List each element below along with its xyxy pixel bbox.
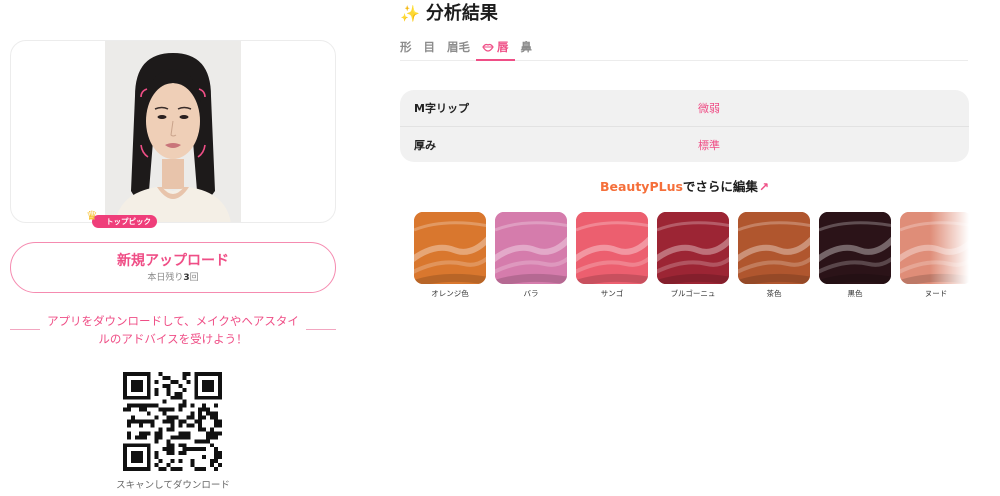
upload-remaining-text: 本日残り3回 [147,272,199,283]
swatch-name: オレンジ色 [431,289,469,298]
photo-card [10,40,336,223]
swatch-name: ブルゴーニュ [670,289,716,298]
sparkle-icon: ✨ [400,4,420,23]
promo-divider-left [10,329,40,330]
lip-metrics-panel: M字リップ 微弱 厚み 標準 [400,90,969,162]
swatch-item[interactable]: オレンジ色 [414,212,486,299]
swatch-color-tile [657,212,729,284]
swatch-color-tile [495,212,567,284]
swatch-item[interactable]: ブルゴーニュ [657,212,729,299]
swatch-name: 黒色 [847,289,863,298]
download-qr-code[interactable] [123,372,222,471]
swatch-color-tile [576,212,648,284]
promo-text: アプリをダウンロードして、メイクやヘアスタイルのアドバイスを受けよう！ [47,314,299,346]
page-title: ✨ 分析結果 [400,2,498,26]
metric-label: M字リップ [414,102,469,115]
swatch-item[interactable]: サンゴ [576,212,648,299]
swatch-color-tile [738,212,810,284]
swatch-item[interactable]: バラ [495,212,567,299]
arrow-up-right-icon: ↗ [758,180,769,194]
app-promo: アプリをダウンロードして、メイクやヘアスタイルのアドバイスを受けよう！ [10,312,336,348]
metric-row: M字リップ 微弱 [400,90,969,126]
swatch-name: 茶色 [766,289,782,298]
new-upload-label: 新規アップロード [117,252,229,269]
swatch-name: バラ [523,289,539,298]
metric-value: 標準 [698,138,720,152]
top-pick-badge: ♛ トップピック [86,210,157,228]
metric-row: 厚み 標準 [400,126,969,162]
tab-shape[interactable]: 形 [400,36,418,61]
swatch-name: サンゴ [600,289,624,298]
crown-icon: ♛ [86,209,98,224]
tab-eyes[interactable]: 目 [418,36,442,61]
qr-caption: スキャンしてダウンロード [116,480,230,491]
swatch-name: ヌード [924,289,948,298]
metric-value: 微弱 [698,102,720,115]
lip-icon [482,43,494,52]
swatch-color-tile [819,212,891,284]
edit-link-label: でさらに編集 [682,179,758,194]
swatch-scroll-fade [930,212,969,287]
tab-eyebrows[interactable]: 眉毛 [441,36,476,61]
new-upload-button[interactable]: 新規アップロード 本日残り3回 [10,242,336,293]
tab-lips[interactable]: 唇 [476,36,515,61]
promo-divider-right [306,329,336,330]
feature-tabs: 形 目 眉毛 唇 鼻 [400,36,968,61]
swatch-item[interactable]: 茶色 [738,212,810,299]
metric-label: 厚み [414,138,436,152]
swatch-color-tile [414,212,486,284]
beautyplus-edit-link[interactable]: BeautyPLusでさらに編集↗ [400,178,969,196]
lip-color-swatches: オレンジ色 バラ サンゴ ブルゴーニュ 茶色 黒色 ヌード [400,212,969,302]
page-title-text: 分析結果 [425,3,498,24]
tab-nose[interactable]: 鼻 [515,36,539,61]
face-photo [105,41,241,222]
swatch-item[interactable]: 黒色 [819,212,891,299]
brand-name: BeautyPLus [599,179,683,194]
